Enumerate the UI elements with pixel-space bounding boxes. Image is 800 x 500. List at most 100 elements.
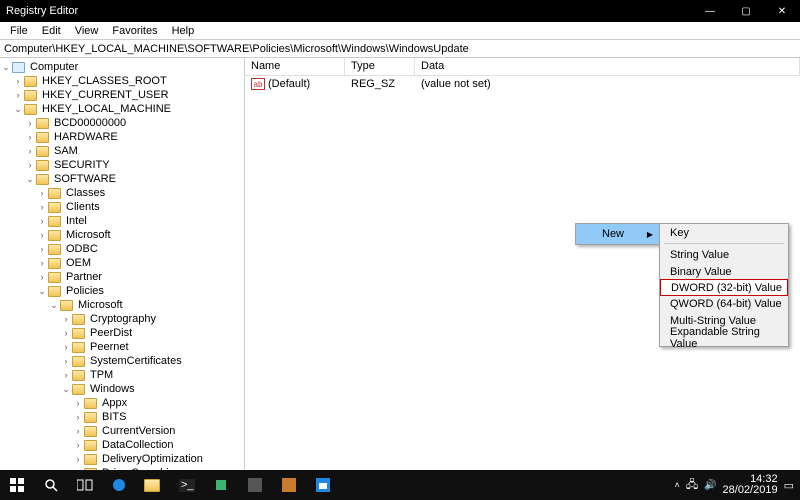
tree-node[interactable]: ⌄ Policies <box>0 284 244 298</box>
maximize-button[interactable]: ▢ <box>728 0 764 22</box>
tree-node[interactable]: ›Classes <box>0 186 244 200</box>
tree-node[interactable]: ›HKEY_CURRENT_USER <box>0 88 244 102</box>
chevron-down-icon[interactable]: ⌄ <box>36 286 48 297</box>
tree-pane[interactable]: ⌄Computer›HKEY_CLASSES_ROOT›HKEY_CURRENT… <box>0 58 245 470</box>
col-type[interactable]: Type <box>345 58 415 75</box>
tree-node[interactable]: ›Appx <box>0 396 244 410</box>
tray-volume-icon[interactable]: 🔊 <box>704 480 716 491</box>
list-header: Name Type Data <box>245 58 800 76</box>
chevron-right-icon[interactable]: › <box>36 258 48 268</box>
taskbar-app-1[interactable] <box>238 470 272 500</box>
tree-node[interactable]: ›SECURITY <box>0 158 244 172</box>
chevron-right-icon[interactable]: › <box>72 440 84 450</box>
menu-favorites[interactable]: Favorites <box>106 24 163 38</box>
tree-node[interactable]: ›Clients <box>0 200 244 214</box>
submenu-binary[interactable]: Binary Value <box>660 263 788 280</box>
taskbar-edge[interactable] <box>102 470 136 500</box>
taskbar-explorer[interactable] <box>136 470 170 500</box>
context-new[interactable]: New ▶ <box>576 224 659 244</box>
chevron-right-icon[interactable]: › <box>60 356 72 366</box>
col-data[interactable]: Data <box>415 58 800 75</box>
chevron-right-icon[interactable]: › <box>72 426 84 436</box>
tree-node[interactable]: ›CurrentVersion <box>0 424 244 438</box>
clock[interactable]: 14:32 28/02/2019 <box>723 474 778 496</box>
submenu-string[interactable]: String Value <box>660 246 788 263</box>
chevron-right-icon[interactable]: › <box>12 76 24 86</box>
chevron-right-icon[interactable]: › <box>72 398 84 408</box>
tree-node[interactable]: ›ODBC <box>0 242 244 256</box>
chevron-right-icon[interactable]: › <box>36 230 48 240</box>
tree-node[interactable]: ⌄Microsoft <box>0 298 244 312</box>
chevron-right-icon[interactable]: › <box>24 118 36 128</box>
taskbar-app-2[interactable] <box>272 470 306 500</box>
tree-node[interactable]: ›DataCollection <box>0 438 244 452</box>
menu-help[interactable]: Help <box>166 24 201 38</box>
taskbar-cmd[interactable]: >_ <box>170 470 204 500</box>
tree-node[interactable]: ›OEM <box>0 256 244 270</box>
tree-node[interactable]: ⌄Computer <box>0 60 244 74</box>
chevron-down-icon[interactable]: ⌄ <box>24 174 36 185</box>
tree-node[interactable]: ⌄SOFTWARE <box>0 172 244 186</box>
chevron-right-icon[interactable]: › <box>24 146 36 156</box>
folder-icon <box>72 328 85 339</box>
chevron-right-icon[interactable]: › <box>24 160 36 170</box>
menu-view[interactable]: View <box>69 24 105 38</box>
chevron-right-icon[interactable]: › <box>36 272 48 282</box>
tree-node[interactable]: ›BCD00000000 <box>0 116 244 130</box>
chevron-right-icon[interactable]: › <box>12 90 24 100</box>
chevron-right-icon[interactable]: › <box>72 454 84 464</box>
minimize-button[interactable]: — <box>692 0 728 22</box>
close-button[interactable]: ✕ <box>764 0 800 22</box>
address-input[interactable] <box>4 43 800 55</box>
menu-edit[interactable]: Edit <box>36 24 67 38</box>
tree-node[interactable]: ›PeerDist <box>0 326 244 340</box>
tree-node[interactable]: ›HKEY_CLASSES_ROOT <box>0 74 244 88</box>
chevron-right-icon[interactable]: › <box>60 328 72 338</box>
tree-node[interactable]: ›BITS <box>0 410 244 424</box>
tree-node[interactable]: ›HARDWARE <box>0 130 244 144</box>
tree-node[interactable]: ›Microsoft <box>0 228 244 242</box>
tray-network-icon[interactable]: 🖧 <box>686 476 698 495</box>
tree-node[interactable]: ›Intel <box>0 214 244 228</box>
search-button[interactable] <box>34 470 68 500</box>
chevron-right-icon[interactable]: › <box>60 314 72 324</box>
tree-node[interactable]: ›Peernet <box>0 340 244 354</box>
chevron-right-icon[interactable]: › <box>60 370 72 380</box>
chevron-down-icon[interactable]: ⌄ <box>48 300 60 311</box>
tree-node[interactable]: ›SAM <box>0 144 244 158</box>
submenu-expandable[interactable]: Expandable String Value <box>660 329 788 346</box>
taskbar-store[interactable] <box>306 470 340 500</box>
chevron-right-icon[interactable]: › <box>36 216 48 226</box>
start-button[interactable] <box>0 470 34 500</box>
chevron-right-icon[interactable]: › <box>36 244 48 254</box>
chevron-down-icon[interactable]: ⌄ <box>60 384 72 395</box>
task-view-button[interactable] <box>68 470 102 500</box>
chevron-right-icon[interactable]: › <box>60 342 72 352</box>
tree-node[interactable]: ›TPM <box>0 368 244 382</box>
col-name[interactable]: Name <box>245 58 345 75</box>
tree-node[interactable]: ›DeliveryOptimization <box>0 452 244 466</box>
chevron-right-icon[interactable]: › <box>72 412 84 422</box>
title-bar: Registry Editor — ▢ ✕ <box>0 0 800 22</box>
menu-file[interactable]: File <box>4 24 34 38</box>
chevron-down-icon[interactable]: ⌄ <box>0 62 12 73</box>
tray-chevron-icon[interactable]: ˄ <box>675 480 680 490</box>
chevron-down-icon[interactable]: ⌄ <box>12 104 24 115</box>
submenu-key[interactable]: Key <box>660 224 788 241</box>
tree-node[interactable]: ⌄HKEY_LOCAL_MACHINE <box>0 102 244 116</box>
tree-node[interactable]: ›Cryptography <box>0 312 244 326</box>
taskbar-regedit[interactable] <box>204 470 238 500</box>
chevron-right-icon[interactable]: › <box>36 188 48 198</box>
tree-node[interactable]: ⌄Windows <box>0 382 244 396</box>
tree-node[interactable]: ›SystemCertificates <box>0 354 244 368</box>
app-icon <box>282 478 296 492</box>
tree-node[interactable]: ›Partner <box>0 270 244 284</box>
list-row[interactable]: ab(Default) REG_SZ (value not set) <box>245 76 800 92</box>
chevron-right-icon[interactable]: › <box>36 202 48 212</box>
notifications-icon[interactable]: ▭ <box>784 479 794 492</box>
chevron-right-icon[interactable]: › <box>24 132 36 142</box>
submenu-qword[interactable]: QWORD (64-bit) Value <box>660 295 788 312</box>
value-data: (value not set) <box>415 78 800 90</box>
submenu-dword[interactable]: DWORD (32-bit) Value <box>660 279 788 296</box>
tree-node-label: Policies <box>64 285 106 297</box>
